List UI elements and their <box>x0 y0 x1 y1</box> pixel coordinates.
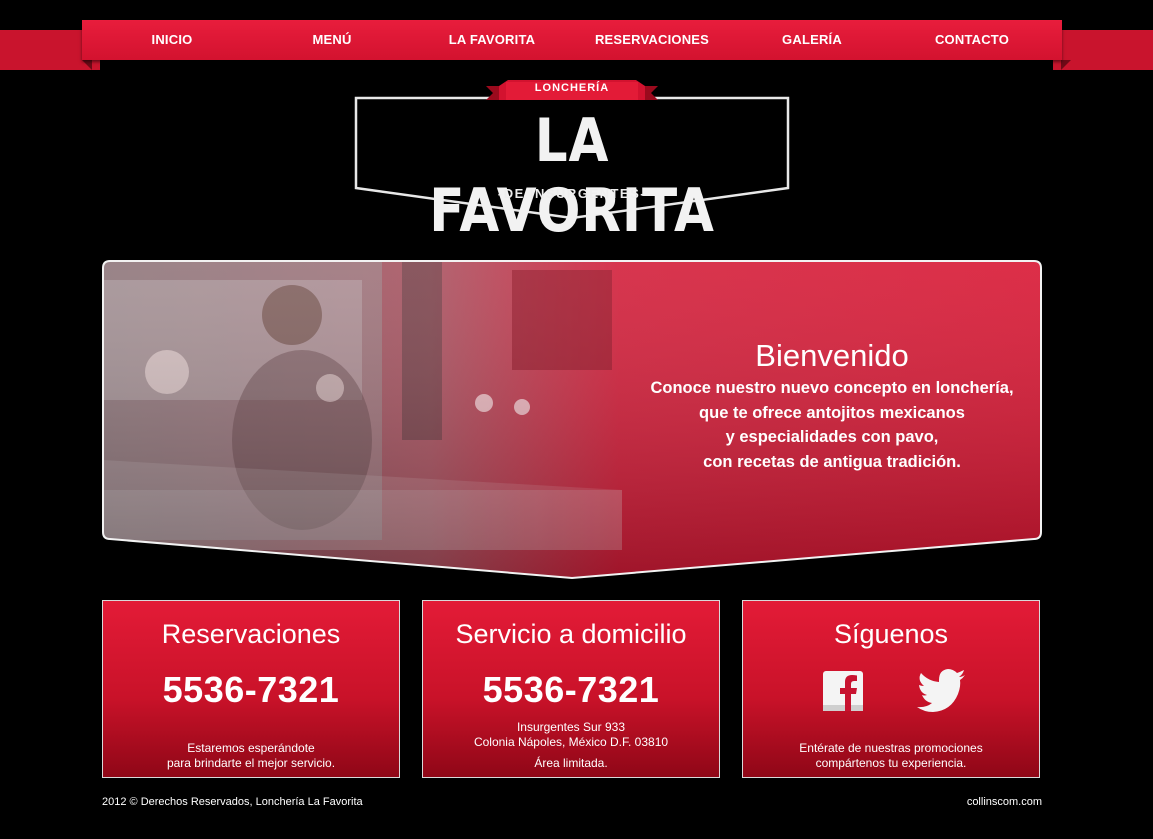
logo-subtitle: -DE INSURGENTES- <box>497 186 647 201</box>
nav-bar: INICIO MENÚ LA FAVORITA RESERVACIONES GA… <box>82 20 1062 60</box>
hero-line: que te ofrece antojitos mexicanos <box>699 403 965 422</box>
hero-line: con recetas de antigua tradición. <box>703 452 961 471</box>
site-logo[interactable]: LONCHERÍA LA FAVORITA -DE INSURGENTES- <box>354 78 790 246</box>
nav-item-contacto[interactable]: CONTACTO <box>892 20 1052 60</box>
nav-item-inicio[interactable]: INICIO <box>92 20 252 60</box>
hero-title: Bienvenido <box>755 338 909 373</box>
delivery-limited: Área limitada. <box>534 756 608 770</box>
nav-item-menu[interactable]: MENÚ <box>252 20 412 60</box>
delivery-address: Insurgentes Sur 933 <box>516 720 626 734</box>
top-navigation: INICIO MENÚ LA FAVORITA RESERVACIONES GA… <box>0 20 1153 72</box>
reservations-title: Reservaciones <box>161 619 341 649</box>
reservations-note: para brindarte el mejor servicio. <box>166 756 336 770</box>
nav-item-reservaciones[interactable]: RESERVACIONES <box>572 20 732 60</box>
reservations-note: Estaremos esperándote <box>187 741 315 755</box>
social-title: Síguenos <box>833 619 949 649</box>
facebook-icon[interactable] <box>821 669 865 713</box>
hero-line: y especialidades con pavo, <box>725 428 939 446</box>
reservations-phone[interactable]: 5536-7321 <box>103 669 399 711</box>
nav-item-la-favorita[interactable]: LA FAVORITA <box>412 20 572 60</box>
footer-credit-link[interactable]: collinscom.com <box>967 796 1042 808</box>
nav-item-galeria[interactable]: GALERÍA <box>732 20 892 60</box>
ribbon-right-tail <box>1053 30 1153 70</box>
delivery-phone[interactable]: 5536-7321 <box>423 669 719 711</box>
reservations-card: Reservaciones 5536-7321 Estaremos esperá… <box>102 600 400 778</box>
social-note: compártenos tu experiencia. <box>815 756 967 770</box>
twitter-icon[interactable] <box>917 669 967 713</box>
logo-title: LA FAVORITA <box>429 106 715 246</box>
hero-text: Bienvenido Conoce nuestro nuevo concepto… <box>647 338 1017 474</box>
social-note: Entérate de nuestras promociones <box>799 741 983 755</box>
footer-copyright: 2012 © Derechos Reservados, Lonchería La… <box>102 796 363 808</box>
delivery-card: Servicio a domicilio 5536-7321 Insurgent… <box>422 600 720 778</box>
social-card: Síguenos Entérate de nuestras promocione… <box>742 600 1040 778</box>
logo-banner-text: LONCHERÍA <box>534 82 610 94</box>
hero-banner: Bienvenido Conoce nuestro nuevo concepto… <box>102 260 1042 582</box>
delivery-title: Servicio a domicilio <box>455 619 687 649</box>
hero-line: Conoce nuestro nuevo concepto en loncher… <box>650 379 1014 397</box>
delivery-address: Colonia Nápoles, México D.F. 03810 <box>473 735 669 749</box>
